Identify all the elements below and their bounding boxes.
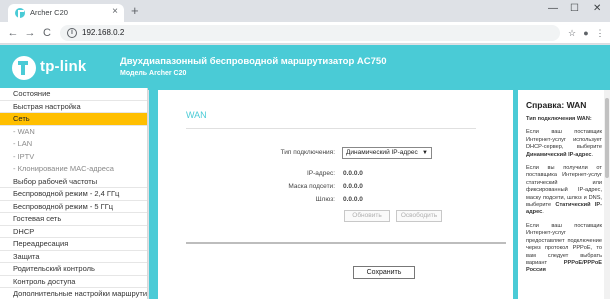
sidebar-item-forwarding[interactable]: Переадресация (0, 238, 147, 251)
address-bar[interactable]: i 192.168.0.2 (60, 25, 560, 41)
wan-panel: WAN Тип подключения: Динамический IP-адр… (158, 90, 513, 299)
tab-strip: Archer C20 × + — ☐ ✕ (0, 0, 610, 22)
help-panel: Справка: WAN Тип подключения WAN: Если в… (516, 88, 610, 299)
tp-link-logo-icon (12, 56, 36, 80)
menu-dots-icon[interactable]: ⋮ (594, 27, 606, 39)
forward-icon[interactable]: → (23, 26, 37, 40)
back-icon[interactable]: ← (6, 26, 20, 40)
help-paragraph: Тип подключения WAN: (526, 116, 602, 123)
dropdown-arrow-icon: ▼ (422, 150, 428, 156)
sidebar-item-guest-network[interactable]: Гостевая сеть (0, 213, 147, 226)
reload-icon[interactable]: C (40, 26, 54, 40)
sidebar-menu: Состояние Быстрая настройка Сеть - WAN -… (0, 88, 148, 299)
minimize-icon[interactable]: — (548, 3, 558, 15)
info-icon[interactable]: i (67, 28, 77, 38)
help-content: Справка: WAN Тип подключения WAN: Если в… (518, 90, 604, 299)
tab-title: Archer C20 (30, 8, 68, 17)
help-connection-type-heading: Тип подключения WAN: (526, 116, 592, 122)
sidebar-item-quick-setup[interactable]: Быстрая настройка (0, 101, 147, 113)
connection-type-label: Тип подключения: (280, 149, 335, 156)
connection-type-value: Динамический IP-адрес (346, 149, 418, 156)
browser-tab[interactable]: Archer C20 × (8, 4, 124, 22)
sidebar-item-wireless-24[interactable]: Беспроводной режим - 2,4 ГГц (0, 188, 147, 201)
browser-window: Archer C20 × + — ☐ ✕ ← → C i 192.168.0.2… (0, 0, 610, 299)
router-title: Двухдиапазонный беспроводной маршрутизат… (120, 56, 387, 67)
profile-icon[interactable]: ● (580, 27, 592, 39)
help-dynamic-ip: Динамический IP-адрес (526, 151, 592, 158)
sidebar-item-mac-clone[interactable]: - Клонирование MAC-адреса (0, 163, 147, 176)
help-text: Если ваш поставщик Интернет-услуг исполь… (526, 129, 602, 151)
tp-link-favicon-icon (15, 8, 25, 18)
connection-type-select[interactable]: Динамический IP-адрес ▼ (342, 147, 432, 159)
sidebar-item-access-control[interactable]: Контроль доступа (0, 276, 147, 288)
sidebar-item-dhcp[interactable]: DHCP (0, 226, 147, 238)
gateway-label: Шлюз: (315, 196, 335, 203)
ip-address-label: IP-адрес: (307, 170, 335, 177)
help-paragraph: Если ваш поставщик Интернет-услуг предос… (526, 223, 602, 275)
save-button[interactable]: Сохранить (353, 266, 415, 279)
sidebar-item-security[interactable]: Защита (0, 251, 147, 263)
help-paragraph: Если вы получили от поставщика Интернет-… (526, 165, 602, 216)
release-button[interactable]: Освободить (396, 210, 442, 222)
sidebar-item-wan[interactable]: - WAN (0, 126, 147, 139)
sidebar-item-band-select[interactable]: Выбор рабочей частоты (0, 176, 147, 188)
bookmark-star-icon[interactable]: ☆ (566, 27, 578, 39)
router-model: Модель Archer C20 (120, 70, 187, 77)
help-paragraph: Если ваш поставщик Интернет-услуг исполь… (526, 129, 602, 158)
subnet-mask-value: 0.0.0.0 (343, 183, 363, 190)
renew-button[interactable]: Обновить (344, 210, 390, 222)
subnet-mask-label: Маска подсети: (288, 183, 335, 190)
ip-address-value: 0.0.0.0 (343, 170, 363, 177)
close-window-icon[interactable]: ✕ (593, 3, 601, 15)
logo-text: tp-link (40, 58, 87, 75)
maximize-icon[interactable]: ☐ (570, 3, 579, 15)
help-title: Справка: WAN (526, 100, 587, 110)
sidebar-item-status[interactable]: Состояние (0, 88, 147, 101)
panel-divider (186, 242, 506, 244)
sidebar-item-lan[interactable]: - LAN (0, 138, 147, 151)
browser-toolbar: ← → C i 192.168.0.2 ☆ ● ⋮ (0, 22, 610, 44)
help-scrollbar[interactable] (604, 90, 610, 299)
title-divider (186, 128, 476, 129)
help-scrollbar-thumb[interactable] (605, 98, 609, 178)
router-header: tp-link Двухдиапазонный беспроводной мар… (0, 45, 610, 90)
sidebar-item-advanced-routing[interactable]: Дополнительные настройки маршрутизации (0, 288, 147, 299)
main-content: WAN Тип подключения: Динамический IP-адр… (149, 88, 516, 299)
page-title: WAN (186, 110, 207, 120)
sidebar-item-network[interactable]: Сеть (0, 113, 147, 126)
new-tab-icon[interactable]: + (131, 4, 139, 18)
sidebar-item-parental-control[interactable]: Родительский контроль (0, 263, 147, 276)
sidebar-item-iptv[interactable]: - IPTV (0, 151, 147, 164)
sidebar-item-wireless-5[interactable]: Беспроводной режим - 5 ГГц (0, 201, 147, 213)
gateway-value: 0.0.0.0 (343, 196, 363, 203)
tab-close-icon[interactable]: × (112, 6, 118, 18)
address-url[interactable]: 192.168.0.2 (82, 28, 124, 37)
